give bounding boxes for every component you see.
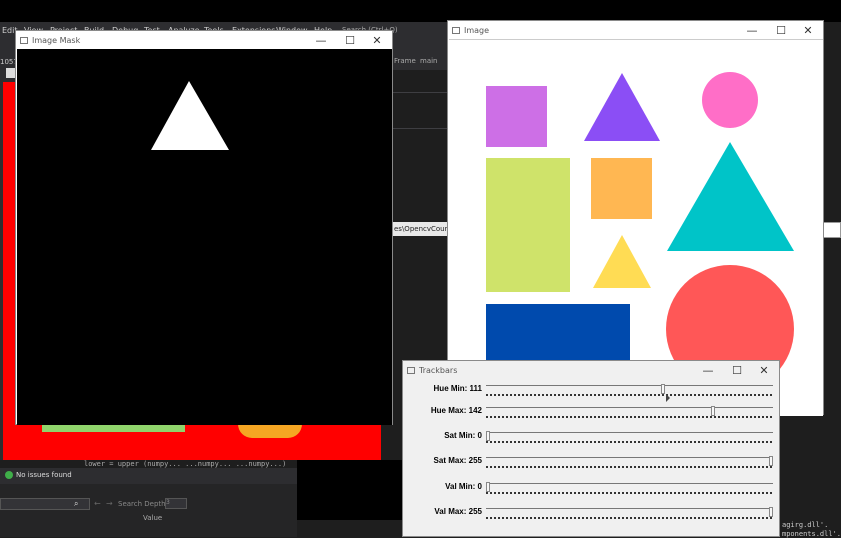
vs-title-bar [0,0,841,22]
white-triangle [151,81,229,150]
vs-error-status: No issues found [0,468,297,484]
vs-output-panel [780,415,841,537]
mouse-cursor-icon [666,394,670,402]
cyan-triangle [667,142,794,251]
output-line: agirg.dll'. [782,521,829,529]
green-rectangle [42,424,185,432]
trackbar-sat-max: Sat Max: 255 [403,454,779,478]
trackbar-thumb[interactable] [710,406,715,416]
title-bar[interactable]: Image Mask — ☐ ✕ [16,31,392,51]
image-window[interactable]: Image — ☐ ✕ [447,20,824,416]
close-button[interactable]: ✕ [795,23,821,39]
window-edge [823,222,841,238]
divider [392,128,452,129]
vs-watch-panel: ⌕ ← → Search Depth: 3 Value [0,484,297,537]
trackbar-sat-min: Sat Min: 0 [403,429,779,453]
trackbar-ticks [486,441,773,443]
orange-square [591,158,652,219]
orange-circle [238,424,302,438]
trackbar-ticks [486,517,773,519]
trackbar-thumb[interactable] [486,431,490,441]
maximize-button[interactable]: ☐ [768,23,794,39]
back-arrow-icon[interactable]: ← [94,499,101,508]
trackbar-ticks [486,466,773,468]
window-title: Image Mask [32,36,81,45]
image-mask-window[interactable]: Image Mask — ☐ ✕ [15,30,393,425]
search-depth-label: Search Depth: [118,500,168,508]
minimize-button[interactable]: — [695,363,721,379]
trackbar-thumb[interactable] [486,482,490,492]
trackbar-hue-min: Hue Min: 111 [403,382,779,406]
window-icon [407,367,415,374]
trackbar-track[interactable] [486,482,773,492]
trackbar-track[interactable] [486,406,773,416]
pink-circle [702,72,758,128]
search-depth-row: ⌕ ← → Search Depth: 3 [0,498,297,512]
trackbars-window[interactable]: Trackbars — ☐ ✕ Hue Min: 111 Hue Max: 14… [402,360,780,537]
trackbar-label: Val Max: 255 [434,507,482,516]
trackbar-label: Sat Min: 0 [444,431,482,440]
mask-canvas [17,49,392,425]
window-title: Image [464,26,490,35]
maximize-button[interactable]: ☐ [337,33,363,49]
trackbar-val-min: Val Min: 0 [403,480,779,504]
search-depth-select[interactable]: 3 [165,498,187,509]
window-icon [452,27,460,34]
forward-arrow-icon[interactable]: → [106,499,113,508]
divider [392,92,452,93]
vs-path-tab[interactable]: es\OpencvCourse [392,222,455,236]
window-title: Trackbars [419,366,458,375]
trackbar-thumb[interactable] [769,456,773,466]
search-icon[interactable]: ⌕ [74,499,78,509]
trackbar-label: Hue Max: 142 [430,406,482,415]
trackbar-label: Val Min: 0 [445,482,482,491]
trackbar-ticks [486,394,773,396]
title-bar[interactable]: Trackbars — ☐ ✕ [403,361,779,381]
close-button[interactable]: ✕ [751,363,777,379]
maximize-button[interactable]: ☐ [724,363,750,379]
trackbar-ticks [486,492,773,494]
status-text: No issues found [16,471,72,479]
trackbar-ticks [486,416,773,418]
lime-rectangle [486,158,570,292]
trackbar-label: Hue Min: 111 [433,384,482,393]
trackbar-track[interactable] [486,507,773,517]
violet-triangle [584,73,660,141]
window-icon [20,37,28,44]
trackbar-label: Sat Max: 255 [433,456,482,465]
trackbar-track[interactable] [486,456,773,466]
vs-dark-region [297,460,403,520]
vs-editor-area [392,70,452,225]
value-column-header: Value [143,514,163,522]
trackbar-track[interactable] [486,384,773,394]
trackbar-hue-max: Hue Max: 142 [403,404,779,428]
toolbar-main-label: main [420,57,438,65]
close-button[interactable]: ✕ [364,33,390,49]
minimize-button[interactable]: — [739,23,765,39]
trackbar-thumb[interactable] [661,384,666,394]
toolbar-frame-label: Frame [394,57,416,65]
trackbar-thumb[interactable] [769,507,773,517]
check-circle-icon [5,471,13,479]
trackbar-track[interactable] [486,431,773,441]
minimize-button[interactable]: — [308,33,334,49]
yellow-triangle [593,235,651,288]
title-bar[interactable]: Image — ☐ ✕ [448,21,823,41]
purple-square [486,86,547,147]
trackbar-val-max: Val Max: 255 [403,505,779,529]
code-text: lower = upper (numpy... ...numpy... ...n… [84,460,287,468]
